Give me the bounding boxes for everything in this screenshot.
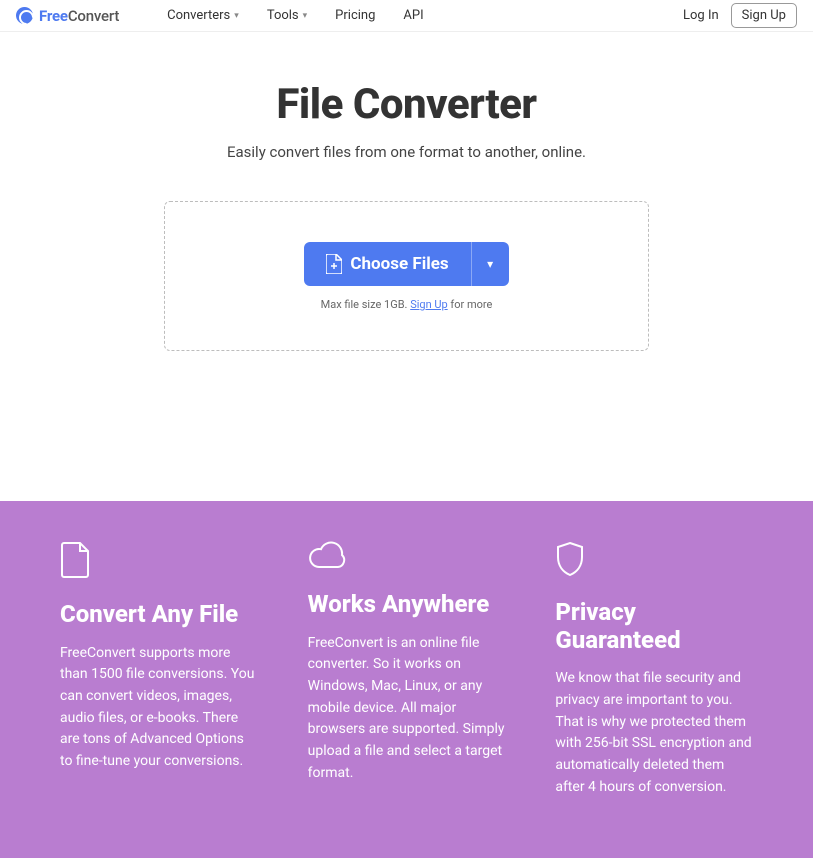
limit-suffix: for more <box>448 298 493 311</box>
nav-converters-label: Converters <box>167 8 230 23</box>
signup-button[interactable]: Sign Up <box>731 3 797 28</box>
file-add-icon <box>326 254 342 274</box>
nav-api[interactable]: API <box>403 8 423 23</box>
file-dropzone[interactable]: Choose Files ▾ Max file size 1GB. Sign U… <box>164 201 649 351</box>
feature-title: Convert Any File <box>60 601 258 629</box>
feature-convert-any-file: Convert Any File FreeConvert supports mo… <box>60 541 258 798</box>
nav-tools-label: Tools <box>267 8 299 23</box>
logo-text-convert: Convert <box>68 7 119 25</box>
hero: File Converter Easily convert files from… <box>0 32 813 501</box>
feature-body: We know that file security and privacy a… <box>555 668 753 798</box>
logo-icon <box>16 7 33 24</box>
feature-body: FreeConvert is an online file converter.… <box>308 633 506 785</box>
feature-title: Works Anywhere <box>308 591 506 619</box>
shield-icon <box>555 541 753 581</box>
feature-body: FreeConvert supports more than 1500 file… <box>60 643 258 773</box>
choose-files-label: Choose Files <box>350 254 448 274</box>
nav-pricing-label: Pricing <box>335 8 375 23</box>
features-section: Convert Any File FreeConvert supports mo… <box>0 501 813 858</box>
feature-privacy: Privacy Guaranteed We know that file sec… <box>555 541 753 798</box>
nav-pricing[interactable]: Pricing <box>335 8 375 23</box>
feature-works-anywhere: Works Anywhere FreeConvert is an online … <box>308 541 506 798</box>
page-title: File Converter <box>20 80 793 129</box>
choose-files-group: Choose Files ▾ <box>304 242 508 286</box>
chevron-down-icon: ▾ <box>303 11 308 21</box>
auth-controls: Log In Sign Up <box>683 3 797 28</box>
primary-nav: Converters ▾ Tools ▾ Pricing API <box>167 8 423 23</box>
logo-text-free: Free <box>39 7 68 25</box>
nav-api-label: API <box>403 8 423 23</box>
choose-files-button[interactable]: Choose Files <box>304 242 470 286</box>
top-nav: FreeConvert Converters ▾ Tools ▾ Pricing… <box>0 0 813 32</box>
limit-signup-link[interactable]: Sign Up <box>410 298 448 311</box>
feature-title: Privacy Guaranteed <box>555 599 753 654</box>
file-size-limit: Max file size 1GB. Sign Up for more <box>321 298 493 311</box>
login-link[interactable]: Log In <box>683 8 719 23</box>
chevron-down-icon: ▾ <box>487 257 493 271</box>
nav-tools[interactable]: Tools ▾ <box>267 8 307 23</box>
logo-text: FreeConvert <box>39 7 119 25</box>
nav-converters[interactable]: Converters ▾ <box>167 8 239 23</box>
brand-logo[interactable]: FreeConvert <box>16 7 119 25</box>
choose-files-source-menu[interactable]: ▾ <box>471 242 509 286</box>
cloud-icon <box>308 541 506 573</box>
page-subtitle: Easily convert files from one format to … <box>20 143 793 161</box>
limit-prefix: Max file size 1GB. <box>321 298 411 311</box>
chevron-down-icon: ▾ <box>234 11 239 21</box>
file-icon <box>60 541 258 583</box>
